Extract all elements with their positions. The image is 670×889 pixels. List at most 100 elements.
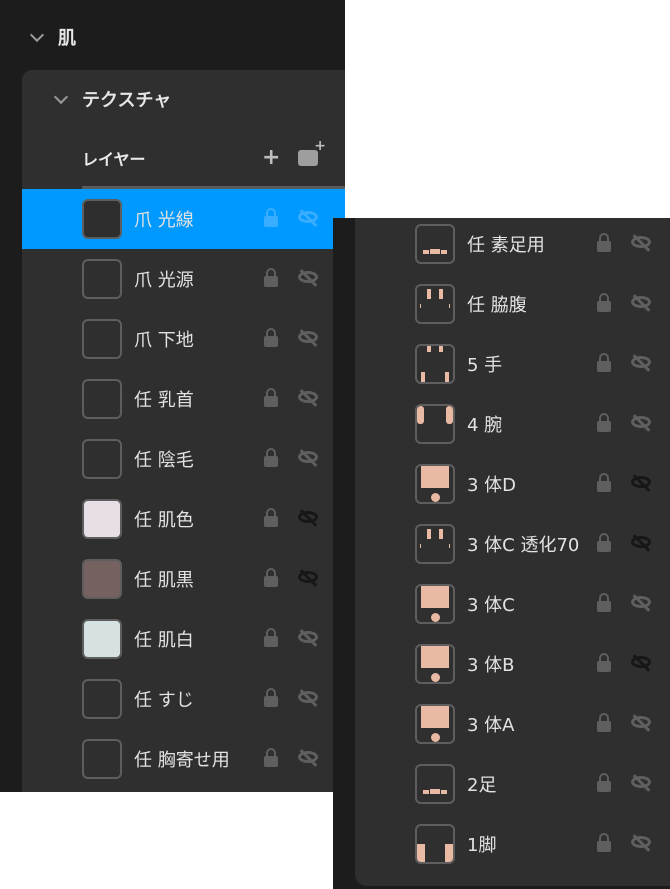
texture-title: テクスチャ — [82, 90, 172, 111]
layer-thumbnail — [415, 284, 455, 324]
lock-icon[interactable] — [597, 653, 611, 672]
layer-row[interactable]: 任 肌白 — [22, 609, 345, 669]
image-add-icon[interactable] — [298, 138, 326, 166]
layer-row[interactable]: 任 肌黒 — [22, 549, 345, 609]
eye-off-icon[interactable] — [631, 536, 651, 548]
plus-icon[interactable]: + — [262, 146, 280, 170]
lock-icon[interactable] — [264, 328, 278, 347]
layer-row[interactable]: 5 手 — [355, 334, 670, 394]
eye-off-icon[interactable] — [631, 476, 651, 488]
lock-icon[interactable] — [597, 713, 611, 732]
layer-row[interactable]: 任 乳首 — [22, 369, 345, 429]
layer-thumbnail — [415, 524, 455, 564]
layer-thumbnail — [82, 319, 122, 359]
eye-off-icon[interactable] — [631, 656, 651, 668]
eye-off-icon[interactable] — [298, 751, 318, 763]
layer-row[interactable]: 爪 下地 — [22, 309, 345, 369]
eye-off-icon[interactable] — [631, 416, 651, 428]
eye-off-icon[interactable] — [298, 391, 318, 403]
section-skin-header[interactable]: 肌 — [29, 22, 76, 52]
layer-thumbnail — [82, 559, 122, 599]
layer-thumbnail — [415, 464, 455, 504]
eye-off-icon[interactable] — [298, 511, 318, 523]
eye-off-icon[interactable] — [631, 356, 651, 368]
right-panel: 任 素足用任 脇腹 5 手 4 腕 3 体D 3 体C 透化70 3 体C 3 体B 3 体A… — [333, 218, 670, 889]
lock-icon[interactable] — [597, 293, 611, 312]
layer-thumbnail — [82, 259, 122, 299]
layer-row[interactable]: 任 脇腹 — [355, 274, 670, 334]
eye-off-icon[interactable] — [298, 571, 318, 583]
eye-off-icon[interactable] — [631, 716, 651, 728]
lock-icon[interactable] — [264, 628, 278, 647]
layer-row[interactable]: 任 すじ — [22, 669, 345, 729]
eye-off-icon[interactable] — [298, 271, 318, 283]
layer-list-card: 任 素足用任 脇腹 5 手 4 腕 3 体D 3 体C 透化70 3 体C 3 体B 3 体A… — [355, 218, 670, 886]
texture-header[interactable]: テクスチャ — [32, 84, 171, 114]
layer-row[interactable]: 爪 光線 — [22, 189, 345, 249]
layer-thumbnail — [82, 619, 122, 659]
eye-off-icon[interactable] — [631, 296, 651, 308]
layers-toolbar: レイヤー + — [82, 138, 345, 189]
section-title: 肌 — [58, 28, 76, 49]
layer-name: 爪 光源 — [134, 270, 194, 291]
layer-name: 爪 光線 — [134, 210, 194, 231]
layer-thumbnail — [415, 704, 455, 744]
lock-icon[interactable] — [597, 593, 611, 612]
lock-icon[interactable] — [597, 833, 611, 852]
layer-name: 任 胸寄せ用 — [134, 750, 230, 771]
layer-row[interactable]: 4 腕 — [355, 394, 670, 454]
layer-row[interactable]: 2足 — [355, 754, 670, 814]
layer-name: 5 手 — [467, 355, 503, 376]
layer-name: 4 腕 — [467, 415, 503, 436]
left-panel: 肌 テクスチャ レイヤー + 爪 光線爪 光源爪 下地任 乳首任 陰毛任 肌色任… — [0, 0, 345, 792]
eye-off-icon[interactable] — [631, 776, 651, 788]
layer-thumbnail — [415, 644, 455, 684]
layer-row[interactable]: 任 素足用 — [355, 214, 670, 274]
layer-thumbnail — [82, 199, 122, 239]
layer-row[interactable]: 任 胸寄せ用 — [22, 729, 345, 789]
layer-row[interactable]: 任 陰毛 — [22, 429, 345, 489]
lock-icon[interactable] — [597, 533, 611, 552]
layer-thumbnail — [415, 344, 455, 384]
eye-off-icon[interactable] — [298, 331, 318, 343]
lock-icon[interactable] — [264, 448, 278, 467]
lock-icon[interactable] — [264, 688, 278, 707]
layer-row[interactable]: 3 体B — [355, 634, 670, 694]
layer-row[interactable]: 爪 光源 — [22, 249, 345, 309]
layer-name: 爪 下地 — [134, 330, 194, 351]
layer-thumbnail — [415, 404, 455, 444]
layer-thumbnail — [415, 584, 455, 624]
eye-off-icon[interactable] — [631, 236, 651, 248]
eye-off-icon[interactable] — [298, 451, 318, 463]
layer-name: 任 乳首 — [134, 390, 194, 411]
eye-off-icon[interactable] — [631, 836, 651, 848]
layer-row[interactable]: 任 肌色 — [22, 489, 345, 549]
lock-icon[interactable] — [264, 388, 278, 407]
lock-icon[interactable] — [597, 353, 611, 372]
lock-icon[interactable] — [597, 233, 611, 252]
eye-off-icon[interactable] — [298, 631, 318, 643]
lock-icon[interactable] — [264, 748, 278, 767]
chevron-down-icon — [53, 89, 69, 104]
lock-icon[interactable] — [597, 773, 611, 792]
layer-row[interactable]: 3 体A — [355, 694, 670, 754]
layer-name: 任 肌色 — [134, 510, 194, 531]
layer-row[interactable]: 3 体C — [355, 574, 670, 634]
eye-off-icon[interactable] — [631, 596, 651, 608]
layer-row[interactable]: 3 体D — [355, 454, 670, 514]
lock-icon[interactable] — [597, 473, 611, 492]
eye-off-icon[interactable] — [298, 691, 318, 703]
layer-row[interactable]: 3 体C 透化70 — [355, 514, 670, 574]
lock-icon[interactable] — [264, 568, 278, 587]
lock-icon[interactable] — [264, 508, 278, 527]
layers-label: レイヤー — [82, 150, 146, 169]
lock-icon[interactable] — [264, 208, 278, 227]
layer-name: 任 肌黒 — [134, 570, 194, 591]
lock-icon[interactable] — [264, 268, 278, 287]
eye-off-icon[interactable] — [298, 211, 318, 223]
layer-row[interactable]: 1脚 — [355, 814, 670, 874]
layer-name: 任 素足用 — [467, 235, 545, 256]
layer-thumbnail — [82, 379, 122, 419]
layer-thumbnail — [82, 439, 122, 479]
lock-icon[interactable] — [597, 413, 611, 432]
